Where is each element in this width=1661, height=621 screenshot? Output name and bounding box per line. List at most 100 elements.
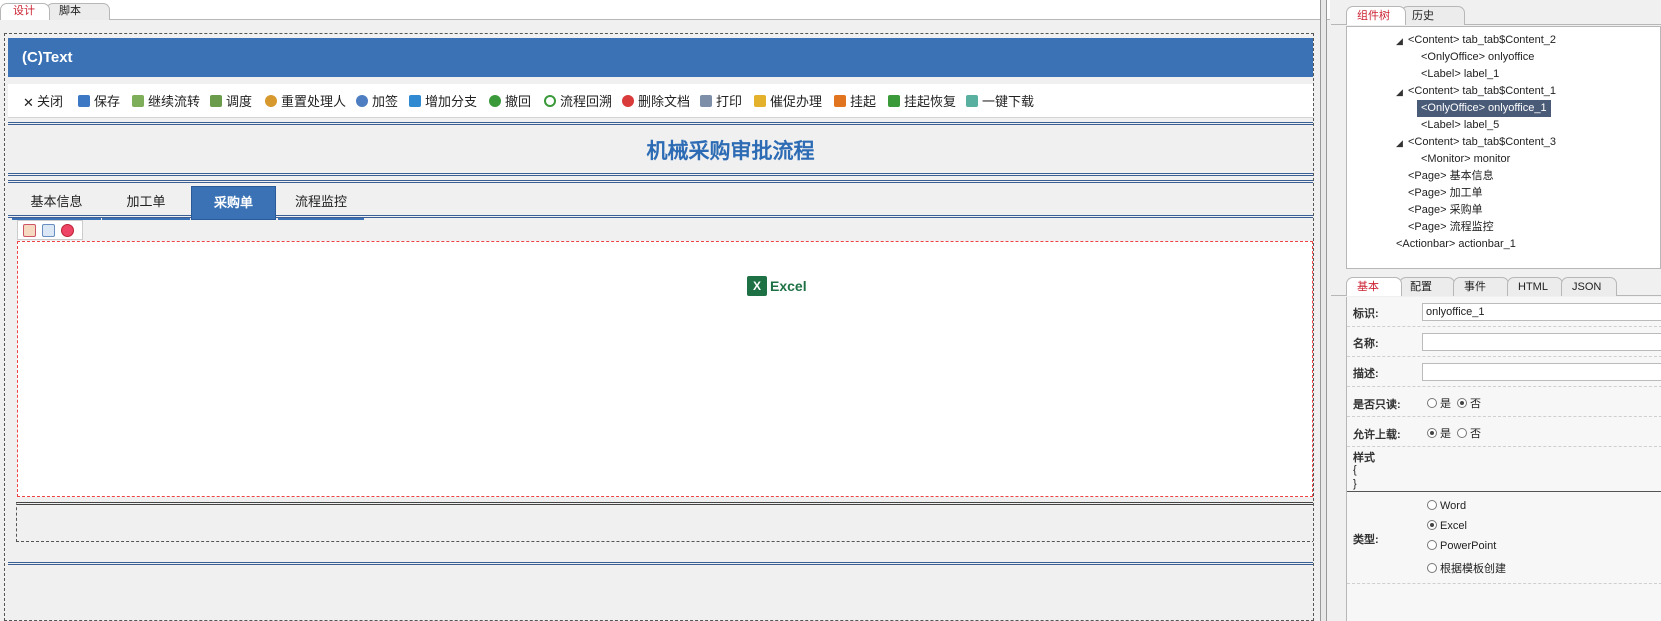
- name-label: 名称:: [1353, 338, 1379, 350]
- tab-component-tree[interactable]: 组件树: [1346, 6, 1406, 25]
- radio-label: Excel: [1440, 520, 1467, 532]
- one-click-download-button[interactable]: 一键下载: [966, 93, 1034, 111]
- tree-node[interactable]: <Label> label_1: [1421, 66, 1499, 83]
- tab-basic[interactable]: 基本: [1346, 277, 1402, 296]
- type-excel-radio[interactable]: Excel: [1427, 520, 1467, 532]
- collapse-icon[interactable]: ◢: [1396, 36, 1403, 47]
- tab-design[interactable]: 设计: [0, 3, 50, 20]
- printer-icon: [700, 95, 712, 107]
- radio-label: 否: [1470, 398, 1481, 410]
- bell-icon: [754, 95, 766, 107]
- withdraw-label: 撤回: [505, 94, 532, 109]
- id-label: 标识:: [1353, 308, 1379, 320]
- tree-node[interactable]: <Actionbar> actionbar_1: [1396, 236, 1516, 253]
- add-signer-button[interactable]: 加签: [356, 93, 398, 111]
- style-label: 样式: [1353, 452, 1375, 464]
- tree-node[interactable]: <Page> 采购单: [1408, 202, 1483, 219]
- close-button[interactable]: ✕ 关闭: [23, 93, 63, 111]
- resume-button[interactable]: 挂起恢复: [888, 93, 956, 111]
- type-powerpoint-radio[interactable]: PowerPoint: [1427, 540, 1496, 552]
- collapse-icon[interactable]: ◢: [1396, 87, 1403, 98]
- tree-node[interactable]: <Content> tab_tab$Content_3: [1408, 134, 1556, 151]
- empty-label-region: [16, 502, 1313, 542]
- add-branch-label: 增加分支: [425, 94, 478, 109]
- desc-field[interactable]: [1422, 363, 1661, 381]
- upload-yes-radio[interactable]: 是: [1427, 425, 1451, 441]
- radio-icon: [1427, 500, 1437, 510]
- tree-node[interactable]: <Content> tab_tab$Content_1: [1408, 83, 1556, 100]
- tree-node[interactable]: <Page> 流程监控: [1408, 219, 1494, 236]
- radio-label: 否: [1470, 428, 1481, 440]
- tab-html[interactable]: HTML: [1507, 277, 1563, 296]
- type-template-radio[interactable]: 根据模板创建: [1427, 560, 1506, 576]
- tab-basic-info[interactable]: 基本信息: [12, 186, 101, 220]
- tree-node[interactable]: <Content> tab_tab$Content_2: [1408, 32, 1556, 49]
- excel-document-link[interactable]: X Excel: [747, 276, 807, 298]
- design-panel: 脚本 设计 (C)Text ✕ 关闭 保存 继续流转 调度 重置处理人 加签 增加…: [0, 0, 1330, 621]
- tree-node[interactable]: <Page> 基本信息: [1408, 168, 1494, 185]
- continue-flow-button[interactable]: 继续流转: [132, 93, 200, 111]
- add-branch-button[interactable]: 增加分支: [409, 93, 477, 111]
- withdraw-button[interactable]: 撤回: [489, 93, 531, 111]
- style-editor-close[interactable]: }: [1353, 478, 1357, 490]
- radio-label: 是: [1440, 428, 1451, 440]
- add-signer-label: 加签: [372, 94, 399, 109]
- property-grid: 标识: onlyoffice_1 名称: 描述: 是否只读: 是 否 允许上载:…: [1346, 297, 1661, 621]
- tab-config[interactable]: 配置: [1399, 277, 1455, 296]
- type-word-radio[interactable]: Word: [1427, 500, 1466, 512]
- name-field[interactable]: [1422, 333, 1661, 351]
- radio-label: 根据模板创建: [1440, 563, 1506, 575]
- tree-node[interactable]: <Page> 加工单: [1408, 185, 1483, 202]
- tab-json[interactable]: JSON: [1561, 277, 1617, 296]
- save-label: 保存: [94, 94, 121, 109]
- designer-window: 脚本 设计 (C)Text ✕ 关闭 保存 继续流转 调度 重置处理人 加签 增加…: [0, 0, 1661, 621]
- prop-row-name: 名称:: [1347, 327, 1661, 357]
- save-button[interactable]: 保存: [78, 93, 120, 111]
- radio-checked-icon: [1427, 428, 1437, 438]
- panel-splitter[interactable]: [1320, 0, 1327, 621]
- move-icon[interactable]: [23, 224, 36, 237]
- delete-doc-button[interactable]: 删除文档: [622, 93, 690, 111]
- prop-row-readonly: 是否只读: 是 否: [1347, 387, 1661, 417]
- prop-row-type: 类型: Word Excel PowerPoint 根据模板创建: [1347, 492, 1661, 584]
- tab-script[interactable]: 脚本: [46, 3, 110, 20]
- style-editor[interactable]: {: [1353, 464, 1357, 476]
- type-label: 类型:: [1353, 534, 1379, 546]
- print-button[interactable]: 打印: [700, 93, 742, 111]
- property-tabs: 配置 事件 HTML JSON 基本: [1331, 276, 1661, 296]
- one-click-download-label: 一键下载: [982, 94, 1035, 109]
- radio-label: 是: [1440, 398, 1451, 410]
- tab-processing-order[interactable]: 加工单: [102, 186, 190, 220]
- tree-node-selected[interactable]: <OnlyOffice> onlyoffice_1: [1417, 100, 1551, 117]
- tab-history[interactable]: 历史: [1401, 6, 1465, 25]
- readonly-yes-radio[interactable]: 是: [1427, 395, 1451, 411]
- branch-icon: [409, 95, 421, 107]
- tab-process-monitor[interactable]: 流程监控: [278, 186, 364, 220]
- suspend-button[interactable]: 挂起: [834, 93, 876, 111]
- reset-handler-button[interactable]: 重置处理人: [265, 93, 346, 111]
- collapse-icon[interactable]: ◢: [1396, 138, 1403, 149]
- forward-doc-icon: [132, 95, 144, 107]
- radio-icon: [1457, 428, 1467, 438]
- copy-icon[interactable]: [42, 224, 55, 237]
- tab-events[interactable]: 事件: [1453, 277, 1509, 296]
- tab-purchase-order[interactable]: 采购单: [191, 186, 276, 220]
- onlyoffice-component[interactable]: X Excel: [17, 241, 1313, 497]
- flow-trace-button[interactable]: 流程回溯: [544, 93, 612, 111]
- tree-node[interactable]: <Monitor> monitor: [1421, 151, 1510, 168]
- tree-node[interactable]: <OnlyOffice> onlyoffice: [1421, 49, 1534, 66]
- dispatch-button[interactable]: 调度: [210, 93, 252, 111]
- prop-row-upload: 允许上载: 是 否: [1347, 417, 1661, 447]
- continue-flow-label: 继续流转: [148, 94, 201, 109]
- readonly-no-radio[interactable]: 否: [1457, 395, 1481, 411]
- remove-icon[interactable]: [61, 224, 74, 237]
- upload-no-radio[interactable]: 否: [1457, 425, 1481, 441]
- urge-button[interactable]: 催促办理: [754, 93, 822, 111]
- resume-label: 挂起恢复: [904, 94, 957, 109]
- id-field[interactable]: onlyoffice_1: [1422, 303, 1661, 321]
- tree-node[interactable]: <Label> label_5: [1421, 117, 1499, 134]
- radio-icon: [1427, 563, 1437, 573]
- form-title-bar: (C)Text: [8, 38, 1313, 77]
- play-icon: [888, 95, 900, 107]
- save-icon: [78, 95, 90, 107]
